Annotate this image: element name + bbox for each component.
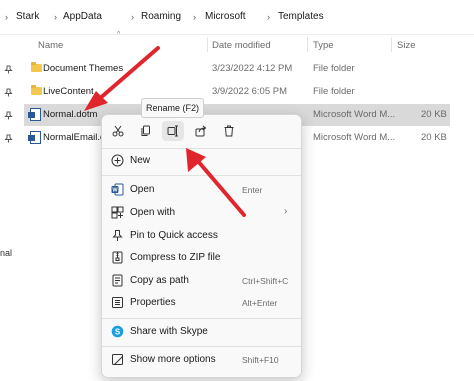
menu-divider bbox=[102, 318, 301, 319]
rename-tooltip: Rename (F2) bbox=[141, 98, 204, 118]
column-header-date-modified[interactable]: Date modified bbox=[212, 40, 271, 51]
file-name: LiveContent bbox=[43, 86, 94, 97]
quick-actions-bar bbox=[102, 115, 301, 147]
share-icon bbox=[195, 125, 207, 137]
word-doc-icon bbox=[28, 108, 41, 121]
delete-button[interactable] bbox=[218, 121, 240, 141]
properties-icon bbox=[112, 297, 123, 308]
file-date: 3/23/2022 4:12 PM bbox=[212, 63, 293, 74]
trash-icon bbox=[224, 125, 234, 137]
file-size: 20 KB bbox=[421, 132, 447, 143]
svg-text:S: S bbox=[115, 327, 121, 336]
chevron-right-icon: › bbox=[193, 12, 196, 22]
open-with-icon bbox=[111, 206, 124, 219]
file-name: NormalEmail.d bbox=[43, 132, 106, 143]
breadcrumb-item-microsoft[interactable]: Microsoft bbox=[205, 11, 246, 22]
file-type: File folder bbox=[313, 86, 355, 97]
share-button[interactable] bbox=[190, 121, 212, 141]
menu-divider bbox=[102, 346, 301, 347]
column-header-type[interactable]: Type bbox=[313, 40, 334, 51]
svg-text:W: W bbox=[112, 188, 118, 194]
address-bar[interactable]: › Stark › AppData › Roaming › Microsoft … bbox=[0, 0, 474, 35]
menu-divider bbox=[102, 175, 301, 176]
word-icon: W bbox=[111, 183, 124, 196]
menu-item-show-more-options[interactable]: Show more options Shift+F10 bbox=[102, 349, 301, 371]
column-divider[interactable] bbox=[391, 37, 392, 52]
file-row[interactable]: Document Themes 3/23/2022 4:12 PM File f… bbox=[24, 58, 450, 80]
menu-item-copy-as-path[interactable]: Copy as path Ctrl+Shift+C bbox=[102, 270, 301, 292]
chevron-right-icon: › bbox=[5, 12, 8, 22]
context-menu: New W Open Enter Open with › Pin to Quic… bbox=[101, 114, 302, 378]
rename-button[interactable] bbox=[162, 121, 184, 141]
menu-item-share-with-skype[interactable]: S Share with Skype bbox=[102, 321, 301, 343]
menu-divider bbox=[102, 148, 301, 149]
path-icon bbox=[112, 274, 123, 287]
cut-button[interactable] bbox=[107, 121, 129, 141]
menu-item-open[interactable]: W Open Enter bbox=[102, 179, 301, 201]
more-options-icon bbox=[112, 354, 123, 365]
breadcrumb-item-appdata[interactable]: AppData bbox=[63, 11, 102, 22]
file-date: 3/9/2022 6:05 PM bbox=[212, 86, 287, 97]
file-name: Normal.dotm bbox=[43, 109, 98, 120]
column-header-size[interactable]: Size bbox=[397, 40, 415, 51]
plus-circle-icon bbox=[111, 154, 124, 167]
breadcrumb-item-roaming[interactable]: Roaming bbox=[141, 11, 181, 22]
chevron-right-icon: › bbox=[54, 12, 57, 22]
chevron-right-icon: › bbox=[131, 12, 134, 22]
column-divider[interactable] bbox=[207, 37, 208, 52]
pin-icon bbox=[112, 230, 123, 241]
pin-icon bbox=[4, 111, 14, 121]
folder-icon bbox=[31, 85, 42, 95]
breadcrumb-item-templates[interactable]: Templates bbox=[278, 11, 324, 22]
chevron-right-icon: › bbox=[284, 206, 288, 217]
zip-icon bbox=[112, 251, 123, 264]
file-name: Document Themes bbox=[43, 63, 124, 74]
copy-button[interactable] bbox=[135, 121, 157, 141]
file-row[interactable]: LiveContent 3/9/2022 6:05 PM File folder bbox=[24, 81, 450, 103]
file-type: Microsoft Word M... bbox=[313, 109, 396, 120]
file-type: Microsoft Word M... bbox=[313, 132, 396, 143]
file-type: File folder bbox=[313, 63, 355, 74]
menu-item-compress-zip[interactable]: Compress to ZIP file bbox=[102, 247, 301, 269]
copy-icon bbox=[141, 125, 150, 136]
sort-up-icon: ^ bbox=[117, 31, 121, 38]
pin-icon bbox=[4, 134, 14, 144]
file-size: 20 KB bbox=[421, 109, 447, 120]
word-doc-icon bbox=[28, 131, 41, 144]
navigation-pane: nal bbox=[0, 35, 20, 381]
column-divider[interactable] bbox=[307, 37, 308, 52]
rename-icon bbox=[167, 125, 178, 137]
scissors-icon bbox=[112, 125, 124, 137]
menu-item-new[interactable]: New bbox=[102, 150, 301, 172]
column-header-name[interactable]: Name bbox=[38, 40, 63, 51]
pin-icon bbox=[4, 65, 14, 75]
folder-icon bbox=[31, 62, 42, 72]
menu-item-open-with[interactable]: Open with › bbox=[102, 202, 301, 224]
pin-icon bbox=[4, 88, 14, 98]
menu-item-properties[interactable]: Properties Alt+Enter bbox=[102, 292, 301, 314]
nav-item-label[interactable]: nal bbox=[0, 248, 12, 258]
breadcrumb-item-stark[interactable]: Stark bbox=[16, 11, 39, 22]
chevron-right-icon: › bbox=[267, 12, 270, 22]
skype-icon: S bbox=[111, 325, 124, 338]
menu-item-pin-to-quick-access[interactable]: Pin to Quick access bbox=[102, 225, 301, 247]
